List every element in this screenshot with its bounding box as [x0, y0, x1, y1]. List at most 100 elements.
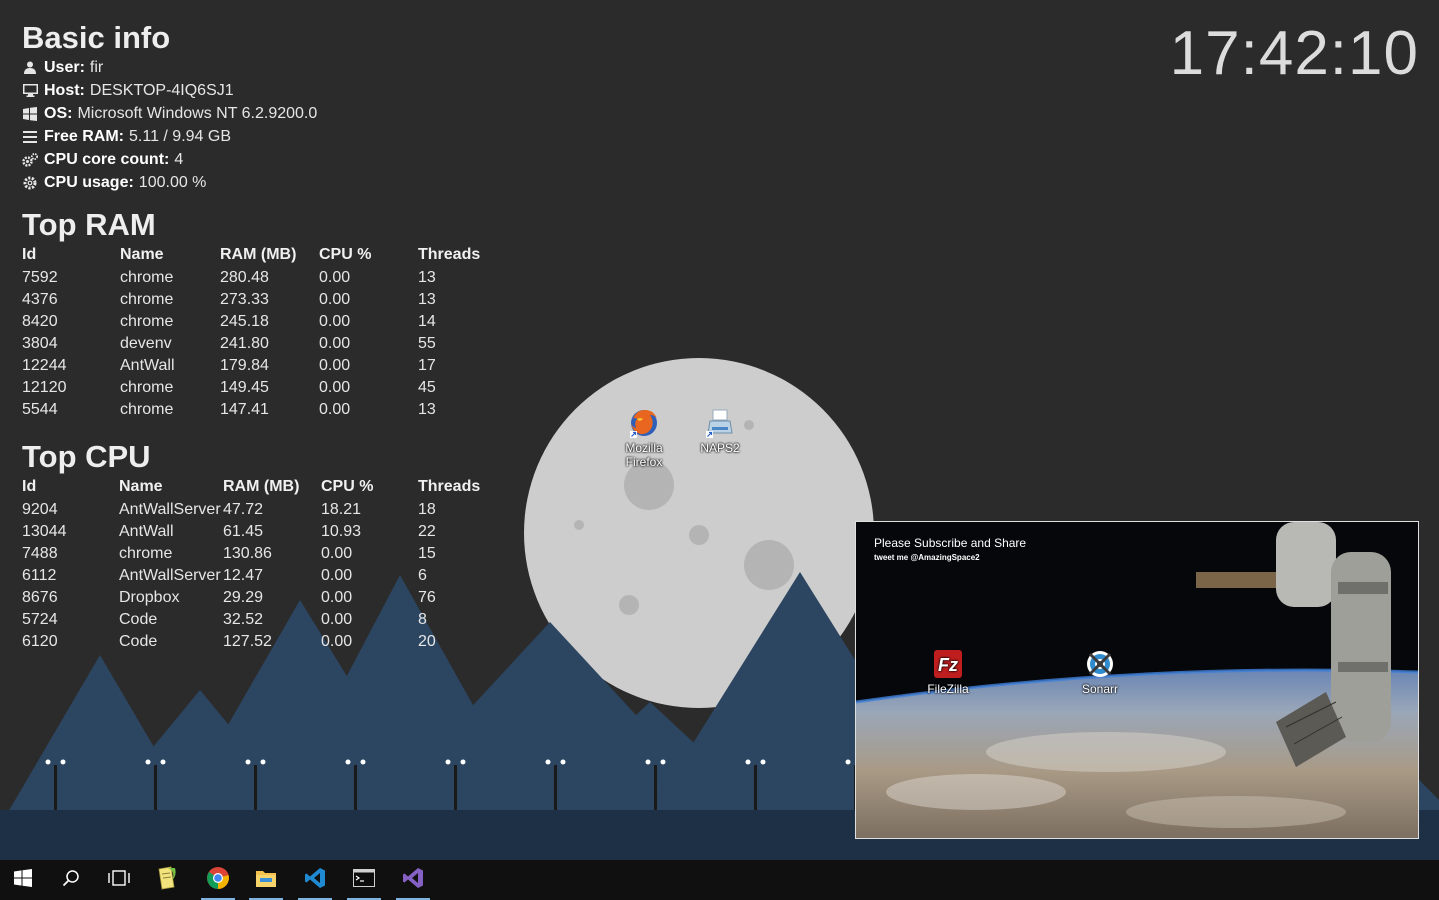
- column-header: Threads: [418, 478, 481, 495]
- cell: 6: [418, 567, 427, 584]
- table-row: 5724 Code 32.52 0.00 8: [22, 609, 498, 631]
- taskbar-app-chrome[interactable]: [195, 860, 241, 900]
- taskbar-app-notepad-plus-plus[interactable]: [144, 860, 190, 900]
- top-ram-table: Id Name RAM (MB) CPU % Threads 7592 chrom…: [22, 243, 498, 421]
- cell: chrome: [120, 313, 174, 330]
- cell: 0.00: [319, 401, 351, 418]
- file-explorer-icon: [255, 868, 277, 893]
- taskbar: [0, 860, 1439, 900]
- start-icon: [14, 868, 32, 892]
- task-view-icon: [108, 869, 130, 891]
- cell: chrome: [120, 379, 174, 396]
- taskbar-app-visual-studio[interactable]: [390, 860, 436, 900]
- cell: 9204: [22, 501, 58, 518]
- cell: 7592: [22, 269, 58, 286]
- cell: AntWallServer: [119, 567, 221, 584]
- column-header: RAM (MB): [220, 246, 297, 263]
- column-header: Threads: [418, 246, 481, 263]
- cell: 13: [418, 291, 436, 308]
- chrome-icon: [206, 866, 230, 895]
- filezilla-icon: Fz: [932, 648, 964, 680]
- cell: AntWall: [119, 523, 174, 540]
- column-header: RAM (MB): [223, 478, 300, 495]
- table-header-row: Id Name RAM (MB) CPU % Threads: [22, 475, 498, 499]
- info-value: DESKTOP-4IQ6SJ1: [89, 81, 234, 99]
- column-header: Name: [119, 478, 163, 495]
- cell: 179.84: [220, 357, 269, 374]
- cell: 273.33: [220, 291, 269, 308]
- cell: 8420: [22, 313, 58, 330]
- cell: 8: [418, 611, 427, 628]
- table-row: 3804 devenv 241.80 0.00 55: [22, 333, 498, 355]
- desktop-icon-label: Sonarr: [1081, 682, 1119, 696]
- column-header: CPU %: [319, 246, 372, 263]
- info-row-cpu-usage: CPU usage: 100.00 %: [22, 171, 498, 194]
- cell: Dropbox: [119, 589, 180, 606]
- basic-info-list: User: fir Host: DESKTOP-4IQ6SJ1 OS: Micr…: [22, 56, 498, 194]
- cell: 13: [418, 401, 436, 418]
- desktop-icon-firefox[interactable]: Mozilla Firefox: [612, 407, 676, 469]
- notepad-plus-plus-icon: [156, 866, 178, 895]
- cell: 18.21: [321, 501, 362, 518]
- table-row: 4376 chrome 273.33 0.00 13: [22, 289, 498, 311]
- cell: 45: [418, 379, 436, 396]
- cell: Code: [119, 611, 158, 628]
- cell: 0.00: [321, 567, 353, 584]
- cell: 13: [418, 269, 436, 286]
- cell: 0.00: [319, 269, 351, 286]
- top-ram-title: Top RAM: [22, 207, 156, 242]
- cell: 0.00: [319, 357, 351, 374]
- cell: 20: [418, 633, 436, 650]
- cell: 0.00: [321, 633, 353, 650]
- cell: 6120: [22, 633, 58, 650]
- taskbar-app-file-explorer[interactable]: [243, 860, 289, 900]
- search-icon: [62, 869, 80, 892]
- cell: 10.93: [321, 523, 362, 540]
- cell: 22: [418, 523, 436, 540]
- video-overlay[interactable]: Please Subscribe and Share tweet me @Ama…: [855, 521, 1419, 839]
- table-header-row: Id Name RAM (MB) CPU % Threads: [22, 243, 498, 267]
- vscode-icon: [304, 867, 326, 894]
- cell: 147.41: [220, 401, 269, 418]
- info-value: 4: [174, 150, 184, 168]
- start-button[interactable]: [0, 860, 46, 900]
- info-row-os: OS: Microsoft Windows NT 6.2.9200.0: [22, 102, 498, 125]
- cell: 14: [418, 313, 436, 330]
- cell: chrome: [120, 269, 174, 286]
- cell: devenv: [120, 335, 172, 352]
- table-row: 12244 AntWall 179.84 0.00 17: [22, 355, 498, 377]
- firefox-icon: [628, 407, 660, 439]
- cell: chrome: [120, 401, 174, 418]
- cell: 12120: [22, 379, 67, 396]
- cell: 15: [418, 545, 436, 562]
- cell: 0.00: [321, 589, 353, 606]
- column-header: CPU %: [321, 478, 374, 495]
- cell: 17: [418, 357, 436, 374]
- taskbar-app-terminal[interactable]: [341, 860, 387, 900]
- cell: 12.47: [223, 567, 264, 584]
- desktop-icon-filezilla[interactable]: Fz FileZilla: [916, 648, 980, 696]
- svg-text:Fz: Fz: [938, 655, 958, 675]
- info-label: CPU usage:: [44, 173, 134, 191]
- taskbar-app-vscode[interactable]: [292, 860, 338, 900]
- desktop-icon-sonarr[interactable]: Sonarr: [1068, 648, 1132, 696]
- task-view-button[interactable]: [96, 860, 142, 900]
- basic-info-title: Basic info: [22, 20, 171, 55]
- cell: 18: [418, 501, 436, 518]
- info-label: OS:: [44, 104, 73, 122]
- cell: 0.00: [319, 379, 351, 396]
- user-icon: [22, 60, 38, 76]
- desktop-icon-naps2[interactable]: NAPS2: [688, 407, 752, 455]
- cell: 8676: [22, 589, 58, 606]
- cell: 280.48: [220, 269, 269, 286]
- table-row: 7488 chrome 130.86 0.00 15: [22, 543, 498, 565]
- table-row: 12120 chrome 149.45 0.00 45: [22, 377, 498, 399]
- cell: AntWallServer: [119, 501, 221, 518]
- table-row: 8420 chrome 245.18 0.00 14: [22, 311, 498, 333]
- cell: 47.72: [223, 501, 264, 518]
- info-value: 5.11 / 9.94 GB: [129, 127, 232, 145]
- video-subcaption: tweet me @AmazingSpace2: [874, 553, 980, 562]
- search-button[interactable]: [48, 860, 94, 900]
- info-row-host: Host: DESKTOP-4IQ6SJ1: [22, 79, 498, 102]
- cell: 0.00: [319, 313, 351, 330]
